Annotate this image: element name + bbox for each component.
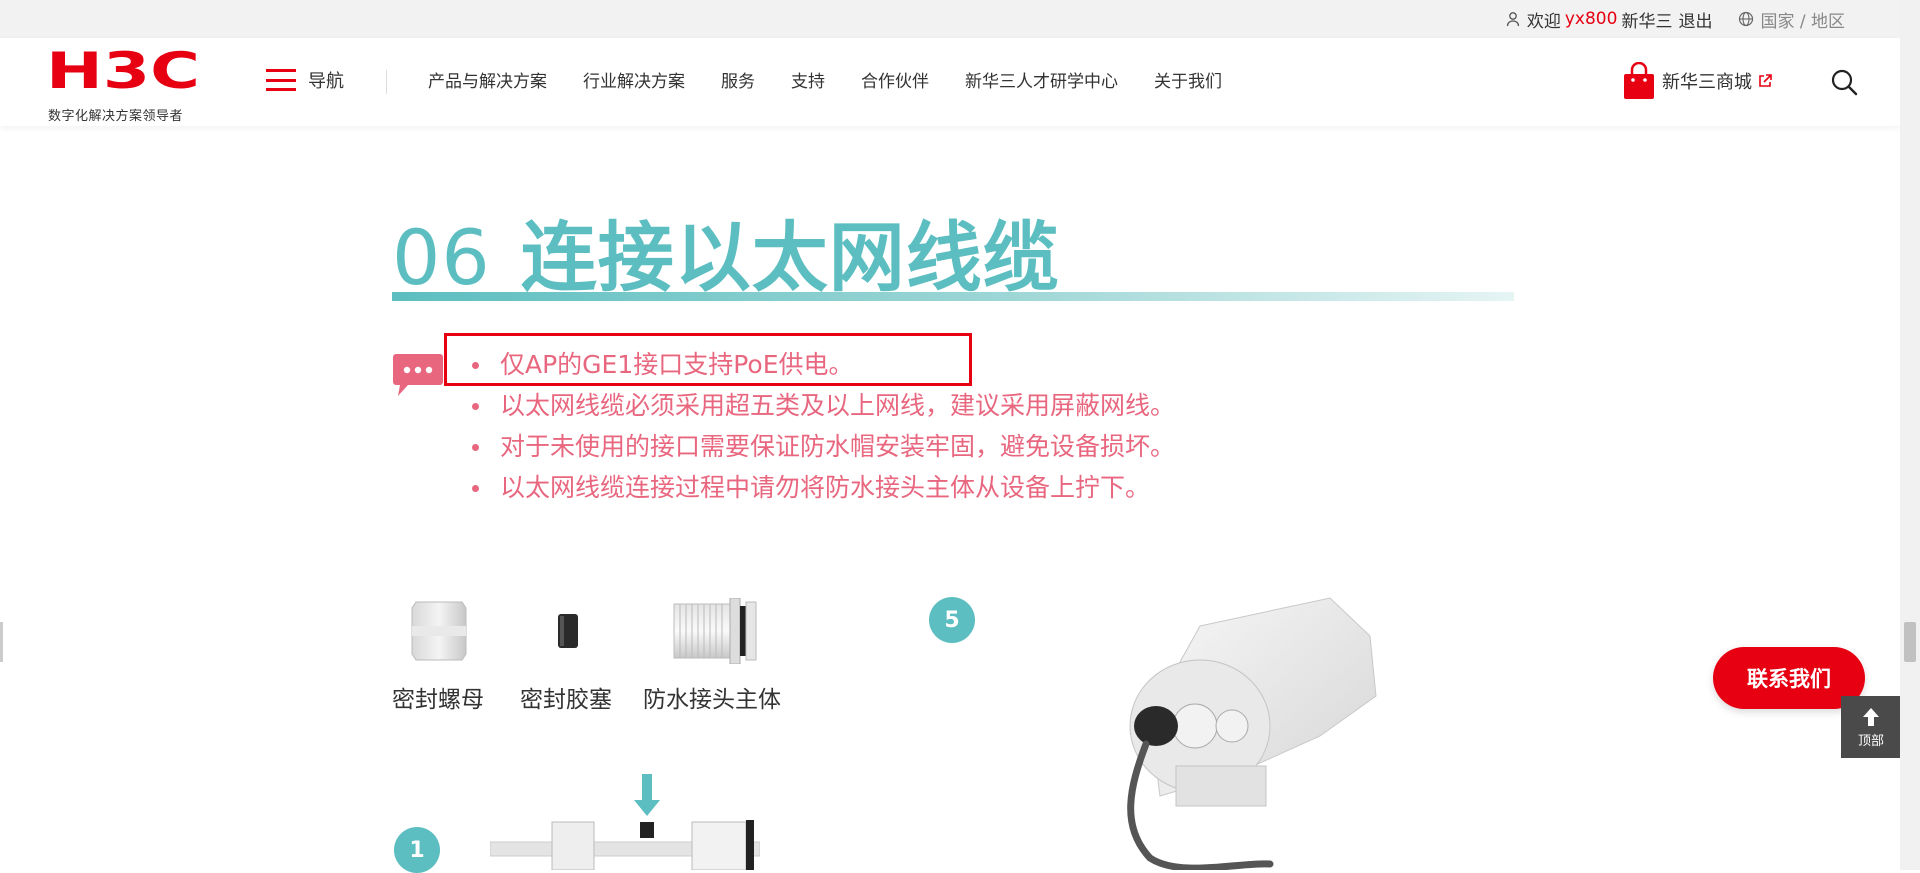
back-to-top-label: 顶部 (1857, 733, 1884, 749)
hamburger-icon (266, 69, 296, 91)
main-header: H3C 数字化解决方案领导者 导航 产品与解决方案 行业解决方案 服务 支持 合… (0, 38, 1900, 126)
nav-toggle-label: 导航 (308, 71, 344, 92)
menu-item-service[interactable]: 服务 (721, 67, 755, 92)
search-icon[interactable] (1830, 68, 1858, 96)
menu-item-about[interactable]: 关于我们 (1154, 67, 1222, 92)
menu-item-products[interactable]: 产品与解决方案 (428, 67, 547, 92)
page-scrollbar[interactable] (1900, 0, 1920, 870)
h3c-logo[interactable]: H3C 数字化解决方案领导者 (46, 46, 206, 124)
connector-body-image (673, 598, 757, 664)
nav-divider (386, 70, 387, 94)
menu-item-industry[interactable]: 行业解决方案 (583, 67, 685, 92)
step-badge: 1 (394, 827, 440, 873)
shop-link[interactable]: 新华三商城 (1622, 62, 1772, 100)
seal-nut-image (411, 601, 467, 661)
part-label-rubber-plug: 密封胶塞 (520, 687, 612, 713)
main-menu: 产品与解决方案 行业解决方案 服务 支持 合作伙伴 新华三人才研学中心 关于我们 (428, 67, 1258, 92)
note-item: 以太网线缆连接过程中请勿将防水接头主体从设备上拧下。 (470, 467, 1175, 508)
section-title-text: 连接以太网线缆 (520, 213, 1060, 302)
step-badge: 5 (929, 597, 975, 643)
nav-toggle-button[interactable]: 导航 (266, 67, 344, 93)
company-text: 新华三 (1621, 11, 1673, 32)
left-edge-marker (0, 622, 3, 662)
title-underline (392, 292, 1514, 301)
logout-link[interactable]: 退出 (1678, 7, 1712, 32)
section-number: 06 (392, 213, 491, 302)
utility-links: 欢迎 yx800 新华三 退出 国家 / 地区 (1505, 0, 1845, 38)
section-title: 06 连接以太网线缆 (392, 196, 1060, 306)
menu-item-partners[interactable]: 合作伙伴 (861, 67, 929, 92)
shop-label: 新华三商城 (1662, 72, 1752, 93)
part-label-connector-body: 防水接头主体 (643, 687, 781, 713)
scrollbar-thumb[interactable] (1904, 622, 1916, 662)
ap-device-image (1127, 597, 1377, 870)
external-link-icon (1759, 74, 1772, 87)
rubber-plug-image (558, 614, 578, 648)
part-label-seal-nut: 密封螺母 (392, 687, 484, 713)
username-link[interactable]: yx800 (1565, 9, 1618, 29)
shopping-bag-icon (1624, 62, 1654, 99)
back-to-top-button[interactable]: 顶部 (1841, 696, 1901, 758)
note-item: 对于未使用的接口需要保证防水帽安装牢固，避免设备损坏。 (470, 426, 1175, 467)
welcome-text: 欢迎 (1526, 11, 1561, 32)
region-selector[interactable]: 国家 / 地区 (1760, 7, 1845, 32)
logo-tagline: 数字化解决方案领导者 (48, 109, 184, 124)
logo-mark: H3C (46, 46, 200, 94)
notes-list: 仅AP的GE1接口支持PoE供电。 以太网线缆必须采用超五类及以上网线，建议采用… (470, 344, 1175, 508)
globe-icon (1739, 11, 1754, 27)
svg-text:H3C: H3C (46, 46, 200, 94)
menu-item-talent[interactable]: 新华三人才研学中心 (965, 67, 1118, 92)
assembly-step-image (490, 774, 760, 870)
arrow-up-icon (1863, 707, 1879, 726)
note-item: 以太网线缆必须采用超五类及以上网线，建议采用屏蔽网线。 (470, 385, 1175, 426)
menu-item-support[interactable]: 支持 (791, 67, 825, 92)
chat-bubble-icon (393, 354, 443, 396)
note-item: 仅AP的GE1接口支持PoE供电。 (470, 344, 1175, 385)
utility-bar: 欢迎 yx800 新华三 退出 国家 / 地区 (0, 0, 1900, 38)
user-icon (1506, 12, 1520, 27)
